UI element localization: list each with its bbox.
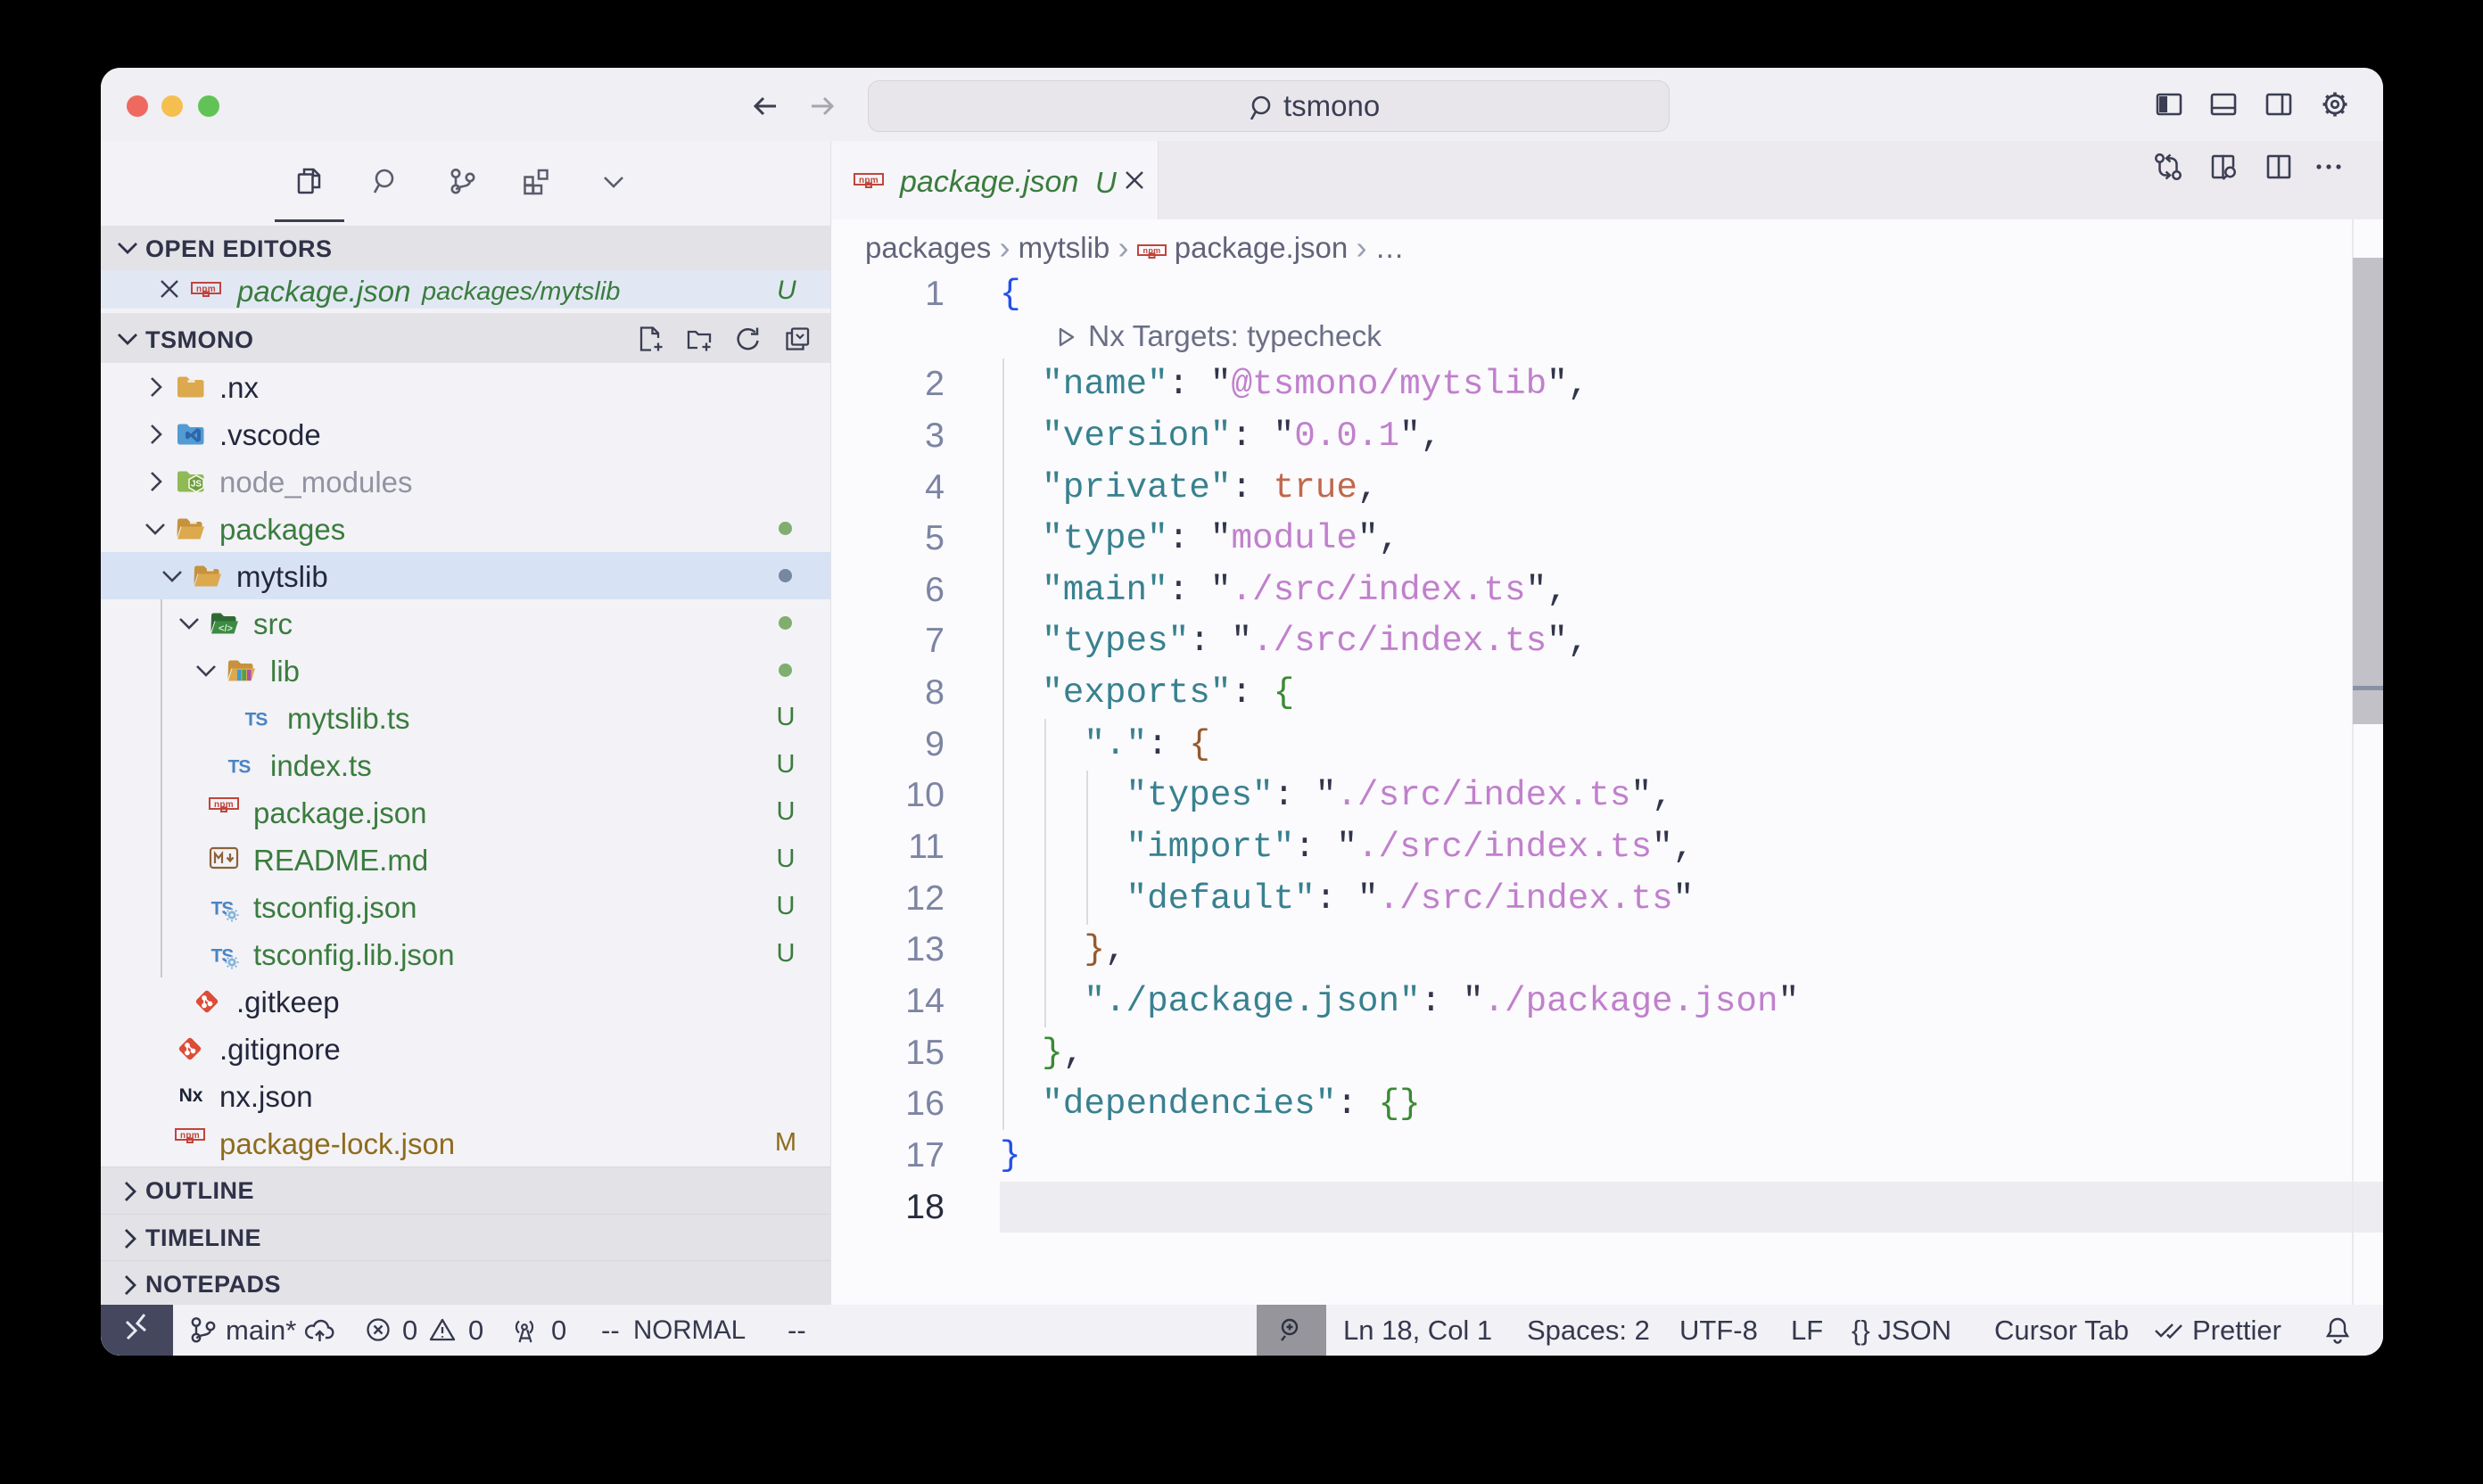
svg-text:npm: npm	[196, 284, 216, 294]
svg-text:npm: npm	[180, 1131, 200, 1141]
svg-text:npm: npm	[1143, 246, 1160, 255]
svg-text:TS: TS	[228, 757, 252, 778]
svg-text:npm: npm	[214, 800, 234, 810]
svg-text:</>: </>	[219, 623, 233, 634]
svg-text:Nx: Nx	[179, 1085, 203, 1106]
svg-text:TS: TS	[245, 710, 268, 730]
svg-text:JS: JS	[191, 480, 202, 490]
svg-text:npm: npm	[859, 176, 879, 186]
